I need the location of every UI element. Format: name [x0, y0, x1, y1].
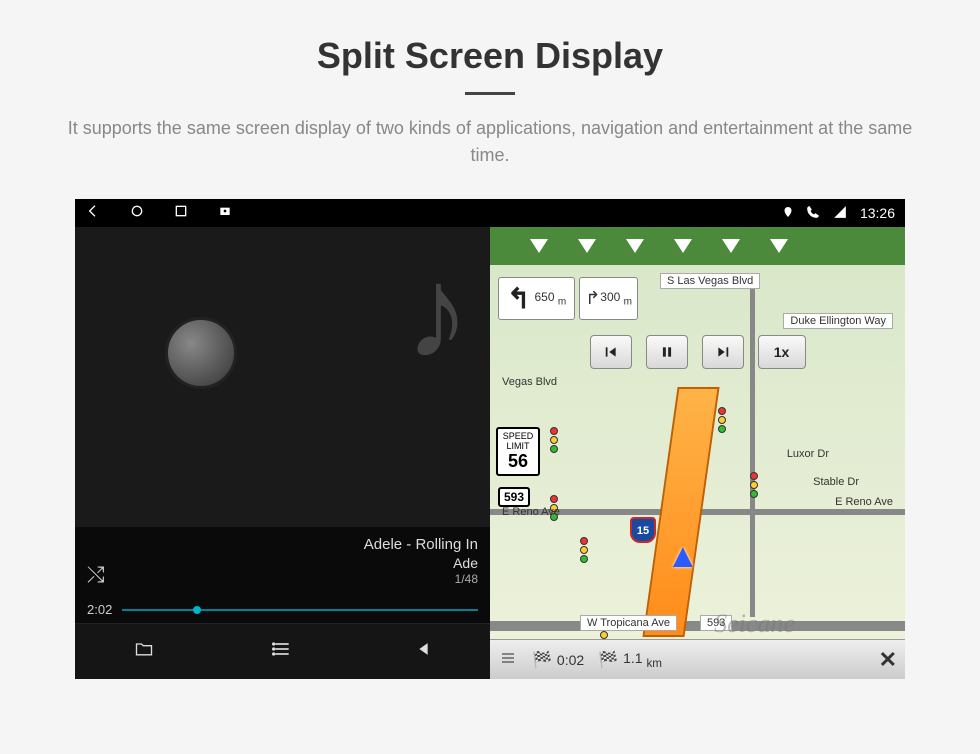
- highway-shield: 593: [498, 487, 530, 507]
- track-title: Adele - Rolling In: [364, 535, 478, 555]
- lane-arrow-icon: [626, 239, 644, 253]
- flag-icon: 🏁: [598, 650, 618, 670]
- title-underline: [465, 92, 515, 95]
- menu-icon[interactable]: [498, 650, 518, 669]
- lane-arrow-icon: [530, 239, 548, 253]
- eta-segment[interactable]: 🏁 0:02: [532, 650, 584, 670]
- elapsed-time: 2:02: [87, 602, 112, 617]
- track-artist: Ade: [364, 554, 478, 572]
- street-label: Luxor Dr: [781, 447, 835, 461]
- back-icon[interactable]: [85, 203, 101, 224]
- previous-track-icon[interactable]: [408, 639, 434, 665]
- sim-playback-controls: 1x: [590, 335, 806, 369]
- traffic-light-icon: [750, 472, 764, 486]
- playlist-icon[interactable]: [269, 639, 295, 665]
- track-index: 1/48: [364, 572, 478, 588]
- sim-pause-button[interactable]: [646, 335, 688, 369]
- eta-time: 0:02: [557, 652, 584, 668]
- street-label: Duke Ellington Way: [783, 313, 893, 329]
- clock-time: 13:26: [860, 205, 895, 221]
- recent-apps-icon[interactable]: [173, 203, 189, 224]
- device-screen: 13:26 ♪ ⤭ Adele - Rolling In Ade 1/48 2:…: [75, 199, 905, 679]
- phone-icon: [806, 205, 820, 222]
- turn-right-icon: ↱: [585, 288, 600, 309]
- traffic-light-icon: [550, 427, 564, 441]
- page-title: Split Screen Display: [0, 35, 980, 77]
- street-label: E Reno Ave: [496, 505, 566, 519]
- traffic-light-icon: [580, 537, 594, 551]
- sim-next-button[interactable]: [702, 335, 744, 369]
- play-button[interactable]: [165, 317, 237, 389]
- page-subtitle: It supports the same screen display of t…: [50, 115, 930, 169]
- street-label: Stable Dr: [807, 475, 865, 489]
- wifi-icon: [832, 205, 848, 222]
- sim-prev-button[interactable]: [590, 335, 632, 369]
- lane-arrow-icon: [674, 239, 692, 253]
- shuffle-icon[interactable]: ⤭: [87, 562, 105, 588]
- progress-slider[interactable]: [122, 609, 478, 611]
- status-bar: 13:26: [75, 199, 905, 227]
- screenshot-icon[interactable]: [217, 203, 233, 224]
- lane-arrow-icon: [722, 239, 740, 253]
- street-label: Vegas Blvd: [496, 375, 563, 389]
- flag-icon: 🏁: [532, 650, 552, 670]
- location-icon: [782, 204, 794, 223]
- home-icon[interactable]: [129, 203, 145, 224]
- vehicle-cursor-icon: ▲: [666, 537, 700, 576]
- lane-arrow-icon: [578, 239, 596, 253]
- sim-speed-button[interactable]: 1x: [758, 335, 806, 369]
- navigation-pane[interactable]: S Las Vegas Blvd Duke Ellington Way Vega…: [490, 227, 905, 679]
- turn-instruction: ↰ 650 m ↱ 300 m: [498, 277, 638, 320]
- album-art-area[interactable]: ♪: [75, 227, 490, 527]
- watermark-text: Seicane: [714, 609, 795, 639]
- street-label: E Reno Ave: [829, 495, 899, 509]
- music-player-pane: ♪ ⤭ Adele - Rolling In Ade 1/48 2:02: [75, 227, 490, 679]
- nav-bottom-bar: 🏁 0:02 🏁 1.1 km ✕: [490, 639, 905, 679]
- folder-icon[interactable]: [131, 639, 157, 665]
- distance-segment[interactable]: 🏁 1.1 km: [598, 650, 662, 670]
- distance-value: 1.1 km: [623, 650, 662, 670]
- road-line: [490, 621, 905, 631]
- speed-limit-sign: SPEED LIMIT 56: [496, 427, 540, 476]
- lane-arrow-icon: [770, 239, 788, 253]
- lane-guidance-bar: [490, 227, 905, 265]
- interstate-shield: 15: [630, 517, 656, 543]
- street-label: S Las Vegas Blvd: [660, 273, 760, 289]
- street-label-bottom: W Tropicana Ave: [580, 615, 677, 631]
- music-note-icon: ♪: [405, 237, 470, 387]
- turn-left-icon: ↰: [507, 282, 530, 315]
- close-button[interactable]: ✕: [879, 647, 897, 673]
- traffic-light-icon: [718, 407, 732, 421]
